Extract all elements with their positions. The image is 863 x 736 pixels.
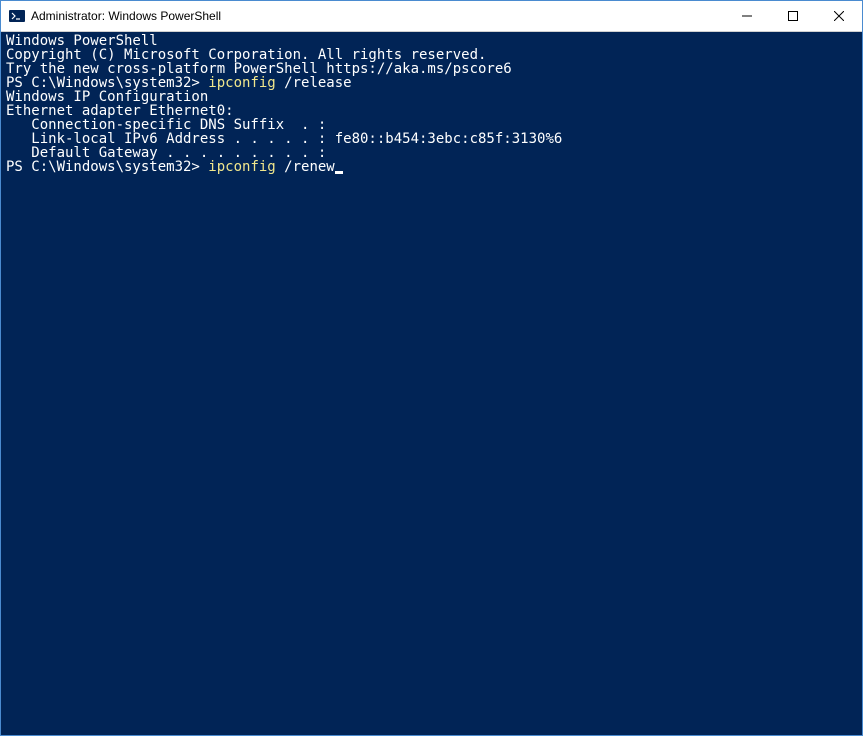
terminal-line: Link-local IPv6 Address . . . . . : fe80… — [6, 132, 857, 146]
minimize-button[interactable] — [724, 1, 770, 31]
window-title: Administrator: Windows PowerShell — [31, 9, 724, 23]
maximize-button[interactable] — [770, 1, 816, 31]
terminal-line: PS C:\Windows\system32> ipconfig /renew — [6, 160, 857, 174]
terminal-line: Copyright (C) Microsoft Corporation. All… — [6, 48, 857, 62]
powershell-window: Administrator: Windows PowerShell Window… — [0, 0, 863, 736]
close-button[interactable] — [816, 1, 862, 31]
close-icon — [834, 11, 844, 21]
terminal-line: Windows IP Configuration — [6, 90, 857, 104]
terminal-line: Windows PowerShell — [6, 34, 857, 48]
window-controls — [724, 1, 862, 31]
terminal-line: Ethernet adapter Ethernet0: — [6, 104, 857, 118]
terminal-line: PS C:\Windows\system32> ipconfig /releas… — [6, 76, 857, 90]
maximize-icon — [788, 11, 798, 21]
powershell-icon — [9, 8, 25, 24]
terminal-line: Default Gateway . . . . . . . . . : — [6, 146, 857, 160]
terminal-area[interactable]: Windows PowerShellCopyright (C) Microsof… — [1, 32, 862, 735]
titlebar[interactable]: Administrator: Windows PowerShell — [1, 1, 862, 32]
terminal-text: /renew — [284, 159, 335, 175]
terminal-line: Try the new cross-platform PowerShell ht… — [6, 62, 857, 76]
cursor — [335, 171, 343, 174]
terminal-line: Connection-specific DNS Suffix . : — [6, 118, 857, 132]
terminal-text: ipconfig — [208, 159, 284, 175]
minimize-icon — [742, 11, 752, 21]
terminal-text: ipconfig — [208, 75, 284, 91]
terminal-text: PS C:\Windows\system32> — [6, 159, 208, 175]
terminal-text: /release — [284, 75, 351, 91]
